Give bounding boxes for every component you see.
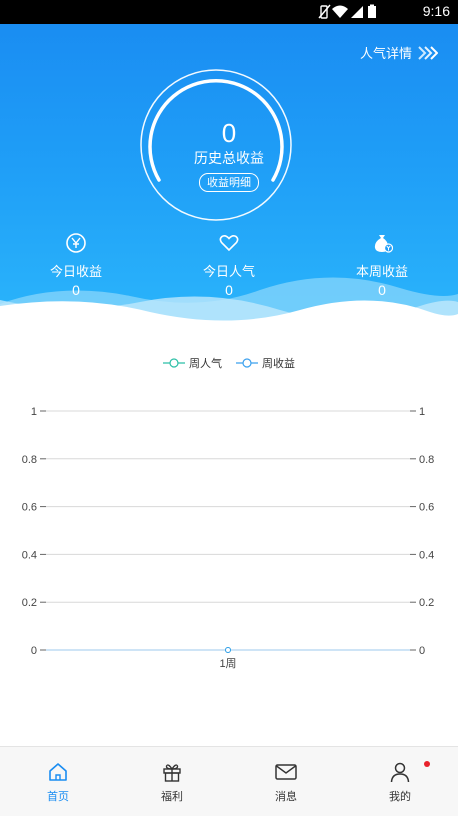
tab-messages[interactable]: 消息 <box>256 761 316 804</box>
total-earnings-value: 0 <box>221 118 237 148</box>
status-bar: 9:16 <box>0 0 458 24</box>
legend-label-earnings: 周收益 <box>262 357 295 370</box>
y-tick-label-right: 0.2 <box>419 597 434 609</box>
today-earnings-value: 0 <box>72 282 80 298</box>
yen-circle-icon <box>66 233 86 253</box>
x-tick-label: 1周 <box>219 657 236 670</box>
y-tick-label-left: 0.4 <box>22 549 37 561</box>
home-icon <box>49 763 67 781</box>
y-tick-label-right: 0.6 <box>419 502 434 514</box>
tab-mine[interactable]: 我的 <box>370 761 430 804</box>
tab-benefits[interactable]: 福利 <box>142 761 202 804</box>
y-tick-label-right: 0 <box>419 645 425 657</box>
data-point <box>225 647 231 653</box>
status-icons <box>318 4 404 20</box>
week-earnings-label: 本周收益 <box>355 265 408 280</box>
earnings-detail-button[interactable]: 收益明细 <box>199 173 259 192</box>
weekly-line-chart: 1 1 0.8 0.8 0.6 0.6 0.4 0.4 0.2 0.2 0 0 1周 <box>22 406 435 670</box>
today-earnings-label: 今日收益 <box>49 265 102 280</box>
week-earnings-value: 0 <box>378 282 386 298</box>
legend-item-weekly-popularity[interactable]: 周人气 <box>163 355 222 371</box>
y-tick-label-left: 0.8 <box>22 454 37 466</box>
earnings-header: 人气详情 0 历史总收益 收益明细 今日收益 0 今日人气 0 本周收益 0 <box>0 24 458 334</box>
tab-benefits-label: 福利 <box>161 790 183 803</box>
popularity-detail-label: 人气详情 <box>359 47 412 62</box>
user-icon <box>390 762 410 783</box>
gift-icon <box>163 764 181 782</box>
tab-messages-label: 消息 <box>275 790 297 803</box>
y-tick-label-left: 0.2 <box>22 597 37 609</box>
week-earnings-stat: 本周收益 0 <box>322 232 442 298</box>
heart-icon <box>219 235 239 252</box>
notification-dot <box>424 761 430 767</box>
chart-legend: 周人气 周收益 <box>0 355 458 371</box>
legend-marker-earnings <box>236 358 258 368</box>
y-tick-label-left: 1 <box>31 406 37 418</box>
tab-home-label: 首页 <box>47 790 69 803</box>
today-popularity-value: 0 <box>225 282 233 298</box>
today-popularity-stat: 今日人气 0 <box>169 232 289 298</box>
y-tick-label-left: 0.6 <box>22 502 37 514</box>
vibrate-off-icon <box>318 4 331 19</box>
bottom-tab-bar: 首页 福利 消息 我的 <box>0 746 458 816</box>
double-chevron-right-icon <box>418 45 438 60</box>
status-time: 9:16 <box>422 3 450 19</box>
battery-icon <box>368 4 376 18</box>
today-earnings-stat: 今日收益 0 <box>16 232 136 298</box>
y-tick-label-left: 0 <box>31 645 37 657</box>
mail-icon <box>275 764 297 780</box>
legend-label-popularity: 周人气 <box>189 357 222 370</box>
y-tick-label-right: 0.4 <box>419 549 434 561</box>
tab-mine-label: 我的 <box>389 790 411 803</box>
y-tick-label-right: 1 <box>419 406 425 418</box>
today-popularity-label: 今日人气 <box>202 265 255 280</box>
y-tick-label-right: 0.8 <box>419 454 434 466</box>
legend-item-weekly-earnings[interactable]: 周收益 <box>236 355 295 371</box>
signal-icon <box>351 6 363 18</box>
legend-marker-popularity <box>163 358 185 368</box>
wifi-icon <box>332 5 348 18</box>
total-earnings-label: 历史总收益 <box>194 151 264 167</box>
popularity-detail-link[interactable]: 人气详情 <box>360 43 438 62</box>
tab-home[interactable]: 首页 <box>28 761 88 804</box>
money-bag-icon <box>374 235 393 253</box>
